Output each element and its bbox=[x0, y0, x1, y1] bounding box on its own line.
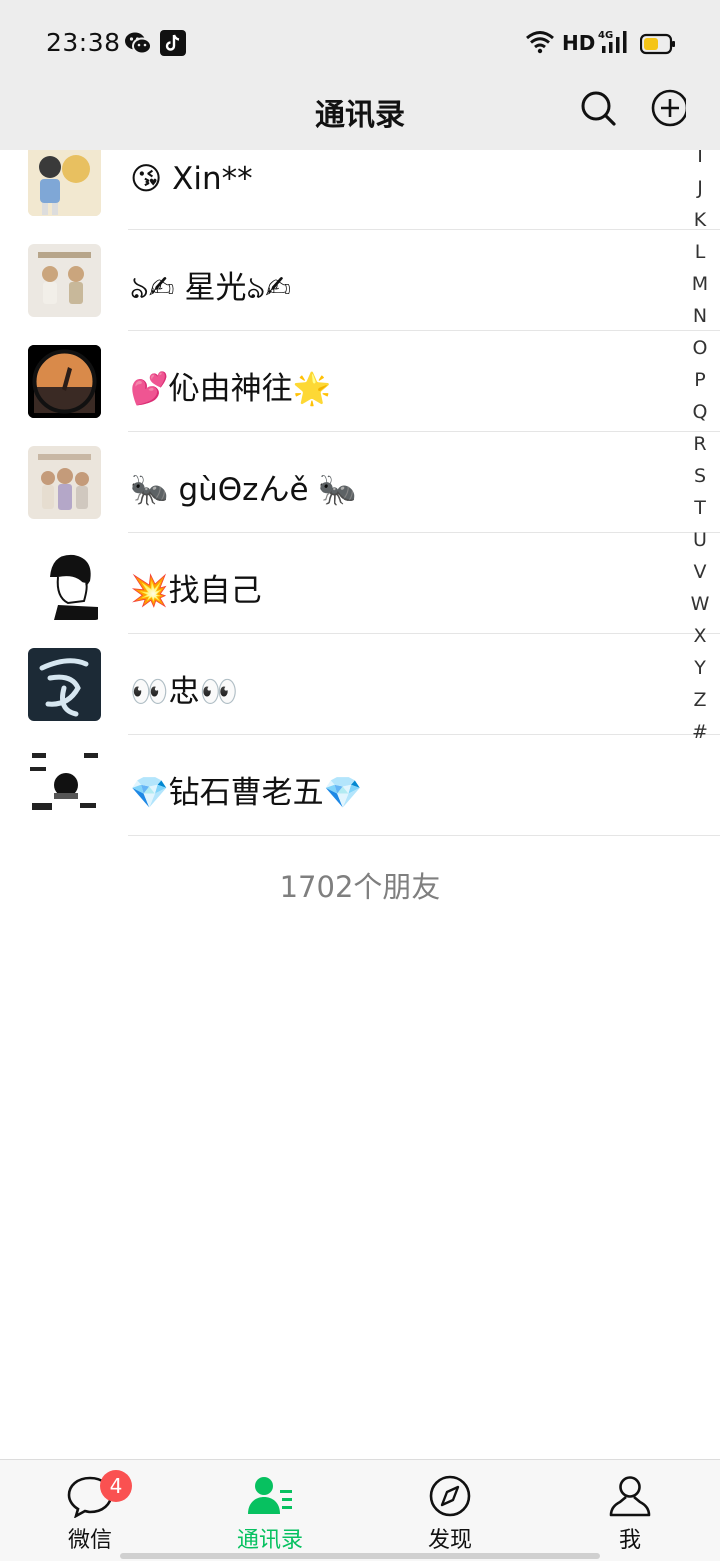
tab-discover[interactable]: 发现 bbox=[360, 1460, 540, 1561]
index-letter[interactable]: V bbox=[686, 556, 714, 588]
list-item[interactable]: ঌ✍ 星光ঌ✍ bbox=[0, 230, 720, 331]
tiktok-icon bbox=[160, 30, 186, 60]
index-letter[interactable]: N bbox=[686, 300, 714, 332]
divider bbox=[128, 835, 720, 836]
alphabet-index[interactable]: I J K L M N O P Q R S T U V W X Y Z # bbox=[686, 140, 714, 748]
compass-icon bbox=[429, 1475, 471, 1517]
index-letter[interactable]: Y bbox=[686, 652, 714, 684]
svg-text:4G: 4G bbox=[598, 30, 613, 41]
index-letter[interactable]: Z bbox=[686, 684, 714, 716]
index-letter[interactable]: U bbox=[686, 524, 714, 556]
tab-contacts[interactable]: 通讯录 bbox=[180, 1460, 360, 1561]
index-letter[interactable]: L bbox=[686, 236, 714, 268]
contact-name: 💕伈由神往🌟 bbox=[130, 371, 332, 407]
unread-badge: 4 bbox=[100, 1470, 132, 1502]
index-letter[interactable]: T bbox=[686, 492, 714, 524]
index-letter[interactable]: W bbox=[686, 588, 714, 620]
avatar bbox=[28, 345, 101, 418]
avatar bbox=[28, 150, 101, 216]
index-letter[interactable]: O bbox=[686, 332, 714, 364]
list-item[interactable]: 💎钻石曹老五💎 bbox=[0, 735, 720, 836]
tab-chats[interactable]: 4 微信 bbox=[0, 1460, 180, 1561]
contact-name: 💥找自己 bbox=[130, 573, 262, 609]
person-icon bbox=[609, 1476, 651, 1517]
tab-label: 我 bbox=[618, 1528, 641, 1553]
index-mask bbox=[686, 88, 720, 150]
avatar bbox=[28, 648, 101, 721]
search-button[interactable] bbox=[578, 88, 618, 128]
contact-name: 😘 Xin** bbox=[130, 161, 253, 197]
index-letter[interactable]: S bbox=[686, 460, 714, 492]
index-letter[interactable]: P bbox=[686, 364, 714, 396]
signal-icon: 4G bbox=[598, 28, 632, 58]
wechat-icon bbox=[124, 30, 152, 60]
tab-bar: 4 微信 通讯录 发现 我 bbox=[0, 1459, 720, 1561]
contact-name: ঌ✍ 星光ঌ✍ bbox=[130, 270, 292, 306]
search-icon bbox=[581, 91, 616, 126]
wifi-icon bbox=[525, 30, 555, 58]
contact-name: 🐜 gùΘzんě 🐜 bbox=[130, 472, 357, 508]
tab-label: 通讯录 bbox=[236, 1528, 303, 1553]
friend-count: 1702个朋友 bbox=[279, 870, 441, 904]
index-letter[interactable]: # bbox=[686, 716, 714, 748]
contact-list: 😘 Xin** ঌ✍ 星光ঌ✍ 💕伈由神往🌟 🐜 gùΘzんě 🐜 💥找自己 👀… bbox=[0, 150, 720, 840]
avatar bbox=[28, 244, 101, 317]
index-letter[interactable]: X bbox=[686, 620, 714, 652]
list-item[interactable]: 🐜 gùΘzんě 🐜 bbox=[0, 432, 720, 533]
add-circle-icon bbox=[651, 89, 689, 127]
contacts-icon bbox=[248, 1477, 292, 1514]
tab-label: 微信 bbox=[67, 1528, 112, 1553]
list-item[interactable]: 😘 Xin** bbox=[0, 150, 720, 230]
title-bar: 通讯录 bbox=[0, 88, 720, 150]
add-button[interactable] bbox=[650, 88, 690, 128]
status-time: 23:38 bbox=[46, 28, 121, 57]
home-indicator[interactable] bbox=[120, 1553, 600, 1559]
index-letter[interactable]: Q bbox=[686, 396, 714, 428]
status-bar: 23:38 HD 4G bbox=[0, 0, 720, 88]
index-letter[interactable]: K bbox=[686, 204, 714, 236]
contact-name: 👀忠👀 bbox=[130, 674, 239, 710]
index-letter[interactable]: J bbox=[686, 172, 714, 204]
network-label: HD bbox=[562, 31, 596, 55]
list-item[interactable]: 👀忠👀 bbox=[0, 634, 720, 735]
list-item[interactable]: 💕伈由神往🌟 bbox=[0, 331, 720, 432]
tab-label: 发现 bbox=[427, 1528, 472, 1553]
contact-name: 💎钻石曹老五💎 bbox=[130, 775, 363, 811]
avatar bbox=[28, 446, 101, 519]
list-item[interactable]: 💥找自己 bbox=[0, 533, 720, 634]
index-letter[interactable]: M bbox=[686, 268, 714, 300]
index-letter[interactable]: R bbox=[686, 428, 714, 460]
avatar bbox=[28, 749, 101, 822]
avatar bbox=[28, 547, 101, 620]
battery-icon bbox=[639, 33, 676, 59]
tab-me[interactable]: 我 bbox=[540, 1460, 720, 1561]
